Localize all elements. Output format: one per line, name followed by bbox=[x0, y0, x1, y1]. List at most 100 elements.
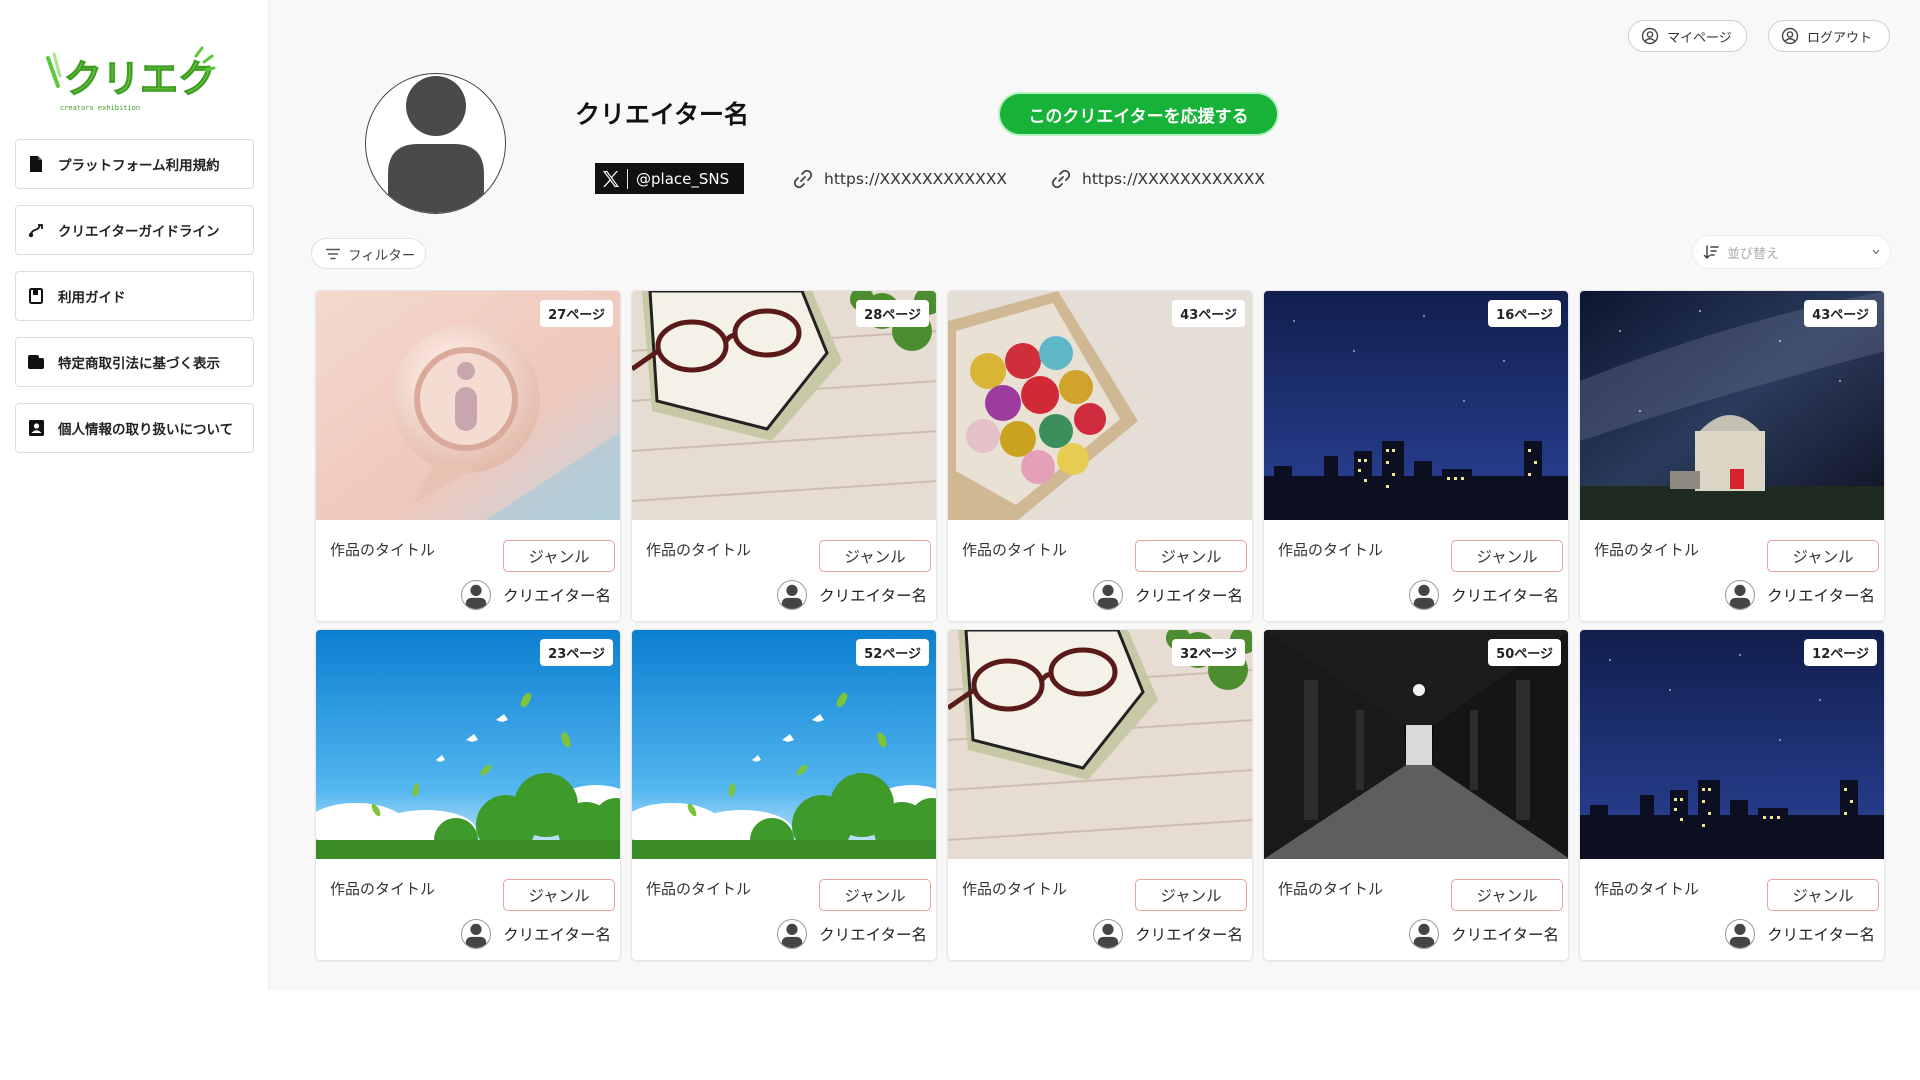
sidebar-item-usage-guide[interactable]: 利用ガイド bbox=[15, 271, 254, 321]
work-card[interactable]: 12ページ 作品のタイトル ジャンル クリエイター名 bbox=[1579, 629, 1885, 961]
logout-button[interactable]: ログアウト bbox=[1768, 20, 1890, 52]
genre-tag-button[interactable]: ジャンル bbox=[1767, 540, 1879, 572]
work-thumbnail[interactable]: 23ページ bbox=[316, 630, 620, 859]
work-thumbnail[interactable]: 27ページ bbox=[316, 291, 620, 520]
work-card[interactable]: 16ページ 作品のタイトル ジャンル クリエイター名 bbox=[1263, 290, 1569, 622]
creator-name-label: クリエイター名 bbox=[1767, 926, 1875, 944]
document-icon bbox=[28, 156, 44, 172]
card-creator[interactable]: クリエイター名 bbox=[1409, 919, 1559, 949]
work-title[interactable]: 作品のタイトル bbox=[646, 878, 751, 899]
card-creator[interactable]: クリエイター名 bbox=[1093, 919, 1243, 949]
work-thumbnail[interactable]: 52ページ bbox=[632, 630, 936, 859]
work-thumbnail[interactable]: 43ページ bbox=[948, 291, 1252, 520]
work-thumbnail[interactable]: 50ページ bbox=[1264, 630, 1568, 859]
support-creator-button[interactable]: このクリエイターを応援する bbox=[1000, 94, 1277, 134]
genre-tag-button[interactable]: ジャンル bbox=[819, 540, 931, 572]
work-card[interactable]: 23ページ 作品のタイトル ジャンル クリエイター名 bbox=[315, 629, 621, 961]
avatar bbox=[1409, 580, 1440, 610]
creator-name-label: クリエイター名 bbox=[1135, 587, 1243, 605]
contact-card-icon bbox=[28, 420, 44, 436]
genre-tag-button[interactable]: ジャンル bbox=[1135, 879, 1247, 911]
work-card[interactable]: 43ページ 作品のタイトル ジャンル クリエイター名 bbox=[1579, 290, 1885, 622]
link-url: https://XXXXXXXXXXXX bbox=[1082, 170, 1265, 188]
svg-text:クリエク: クリエク bbox=[64, 57, 216, 101]
site-logo[interactable]: クリエク creators exhibition bbox=[46, 46, 217, 114]
creator-name-label: クリエイター名 bbox=[1451, 587, 1559, 605]
sidebar-item-label: プラットフォーム利用規約 bbox=[58, 158, 220, 174]
work-title[interactable]: 作品のタイトル bbox=[1594, 539, 1699, 560]
filter-label: フィルター bbox=[348, 247, 416, 264]
mypage-button[interactable]: マイページ bbox=[1628, 20, 1747, 52]
card-creator[interactable]: クリエイター名 bbox=[461, 919, 611, 949]
chevron-down-icon bbox=[1872, 249, 1880, 255]
work-thumbnail[interactable]: 43ページ bbox=[1580, 291, 1884, 520]
creator-name-label: クリエイター名 bbox=[1767, 587, 1875, 605]
page-count-badge: 16ページ bbox=[1488, 300, 1561, 327]
page-count-badge: 50ページ bbox=[1488, 639, 1561, 666]
genre-tag-button[interactable]: ジャンル bbox=[1767, 879, 1879, 911]
page-count-badge: 12ページ bbox=[1804, 639, 1877, 666]
sidebar-item-commercial-law[interactable]: 特定商取引法に基づく表示 bbox=[15, 337, 254, 387]
page-count-badge: 28ページ bbox=[856, 300, 929, 327]
card-creator[interactable]: クリエイター名 bbox=[461, 580, 611, 610]
work-title[interactable]: 作品のタイトル bbox=[1594, 878, 1699, 899]
work-card[interactable]: 32ページ 作品のタイトル ジャンル クリエイター名 bbox=[947, 629, 1253, 961]
work-title[interactable]: 作品のタイトル bbox=[962, 539, 1067, 560]
external-link-1[interactable]: https://XXXXXXXXXXXX bbox=[792, 166, 1007, 192]
sns-handle: @place_SNS bbox=[636, 169, 730, 188]
sidebar-item-label: 利用ガイド bbox=[58, 290, 126, 306]
creator-name: クリエイター名 bbox=[575, 100, 750, 129]
avatar bbox=[777, 919, 808, 949]
work-title[interactable]: 作品のタイトル bbox=[1278, 539, 1383, 560]
work-thumbnail[interactable]: 12ページ bbox=[1580, 630, 1884, 859]
filter-button[interactable]: フィルター bbox=[311, 238, 426, 269]
card-creator[interactable]: クリエイター名 bbox=[1725, 580, 1875, 610]
sidebar-item-guidelines[interactable]: クリエイターガイドライン bbox=[15, 205, 254, 255]
external-link-2[interactable]: https://XXXXXXXXXXXX bbox=[1050, 166, 1265, 192]
genre-tag-button[interactable]: ジャンル bbox=[1451, 540, 1563, 572]
main-content: マイページ ログアウト クリエイター名 このクリエイターを応援する @place… bbox=[270, 0, 1920, 990]
card-creator[interactable]: クリエイター名 bbox=[1093, 580, 1243, 610]
genre-tag-button[interactable]: ジャンル bbox=[503, 540, 615, 572]
card-creator[interactable]: クリエイター名 bbox=[1409, 580, 1559, 610]
work-thumbnail[interactable]: 32ページ bbox=[948, 630, 1252, 859]
sidebar-item-label: クリエイターガイドライン bbox=[58, 224, 220, 240]
work-card[interactable]: 28ページ 作品のタイトル ジャンル クリエイター名 bbox=[631, 290, 937, 622]
mypage-label: マイページ bbox=[1667, 30, 1732, 46]
genre-tag-button[interactable]: ジャンル bbox=[503, 879, 615, 911]
user-circle-icon bbox=[1781, 27, 1799, 45]
work-card[interactable]: 27ページ 作品のタイトル ジャンル クリエイター名 bbox=[315, 290, 621, 622]
work-card[interactable]: 43ページ 作品のタイトル ジャンル クリエイター名 bbox=[947, 290, 1253, 622]
work-title[interactable]: 作品のタイトル bbox=[330, 878, 435, 899]
link-icon bbox=[1050, 168, 1072, 190]
card-creator[interactable]: クリエイター名 bbox=[777, 919, 927, 949]
route-icon bbox=[28, 222, 44, 238]
sidebar-item-label: 特定商取引法に基づく表示 bbox=[58, 356, 220, 372]
user-circle-icon bbox=[1641, 27, 1659, 45]
genre-tag-button[interactable]: ジャンル bbox=[1135, 540, 1247, 572]
work-title[interactable]: 作品のタイトル bbox=[1278, 878, 1383, 899]
work-title[interactable]: 作品のタイトル bbox=[646, 539, 751, 560]
work-card[interactable]: 52ページ 作品のタイトル ジャンル クリエイター名 bbox=[631, 629, 937, 961]
work-thumbnail[interactable]: 16ページ bbox=[1264, 291, 1568, 520]
work-card[interactable]: 50ページ 作品のタイトル ジャンル クリエイター名 bbox=[1263, 629, 1569, 961]
sort-icon bbox=[1703, 244, 1719, 260]
page-count-badge: 27ページ bbox=[540, 300, 613, 327]
avatar bbox=[777, 580, 808, 610]
link-icon bbox=[792, 168, 814, 190]
genre-tag-button[interactable]: ジャンル bbox=[819, 879, 931, 911]
sort-placeholder: 並び替え bbox=[1727, 246, 1780, 262]
work-thumbnail[interactable]: 28ページ bbox=[632, 291, 936, 520]
avatar bbox=[461, 580, 492, 610]
sidebar-item-terms[interactable]: プラットフォーム利用規約 bbox=[15, 139, 254, 189]
genre-tag-button[interactable]: ジャンル bbox=[1451, 879, 1563, 911]
sort-select[interactable]: 並び替え bbox=[1692, 235, 1891, 269]
x-account-link[interactable]: @place_SNS bbox=[595, 163, 744, 194]
work-title[interactable]: 作品のタイトル bbox=[330, 539, 435, 560]
card-creator[interactable]: クリエイター名 bbox=[777, 580, 927, 610]
sidebar-item-privacy[interactable]: 個人情報の取り扱いについて bbox=[15, 403, 254, 453]
work-title[interactable]: 作品のタイトル bbox=[962, 878, 1067, 899]
card-creator[interactable]: クリエイター名 bbox=[1725, 919, 1875, 949]
avatar bbox=[461, 919, 492, 949]
sidebar: クリエク creators exhibition プラットフォーム利用規約 クリ… bbox=[0, 0, 269, 990]
